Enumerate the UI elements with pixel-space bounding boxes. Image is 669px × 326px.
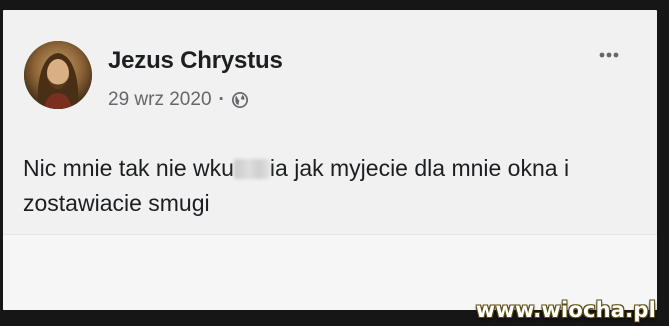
screenshot-frame: Jezus Chrystus 29 wrz 2020 · Nic mnie ta… — [0, 0, 669, 326]
post-card: Jezus Chrystus 29 wrz 2020 · Nic mnie ta… — [3, 10, 657, 310]
more-options-icon[interactable] — [594, 48, 624, 60]
avatar[interactable] — [24, 41, 92, 109]
post-text-part1: Nic mnie tak nie wku — [23, 155, 234, 181]
post-text: Nic mnie tak nie wku ia jak myjecie dla m… — [23, 151, 643, 221]
meta-separator: · — [218, 89, 225, 110]
watermark-logo: www.wiocha.pl — [475, 298, 656, 322]
post-meta: 29 wrz 2020 · — [108, 89, 249, 111]
post-date[interactable]: 29 wrz 2020 — [108, 89, 212, 111]
avatar-portrait-icon — [24, 41, 92, 109]
post-author-name[interactable]: Jezus Chrystus — [108, 47, 283, 75]
globe-icon[interactable] — [231, 91, 249, 109]
censored-blur — [233, 159, 270, 179]
